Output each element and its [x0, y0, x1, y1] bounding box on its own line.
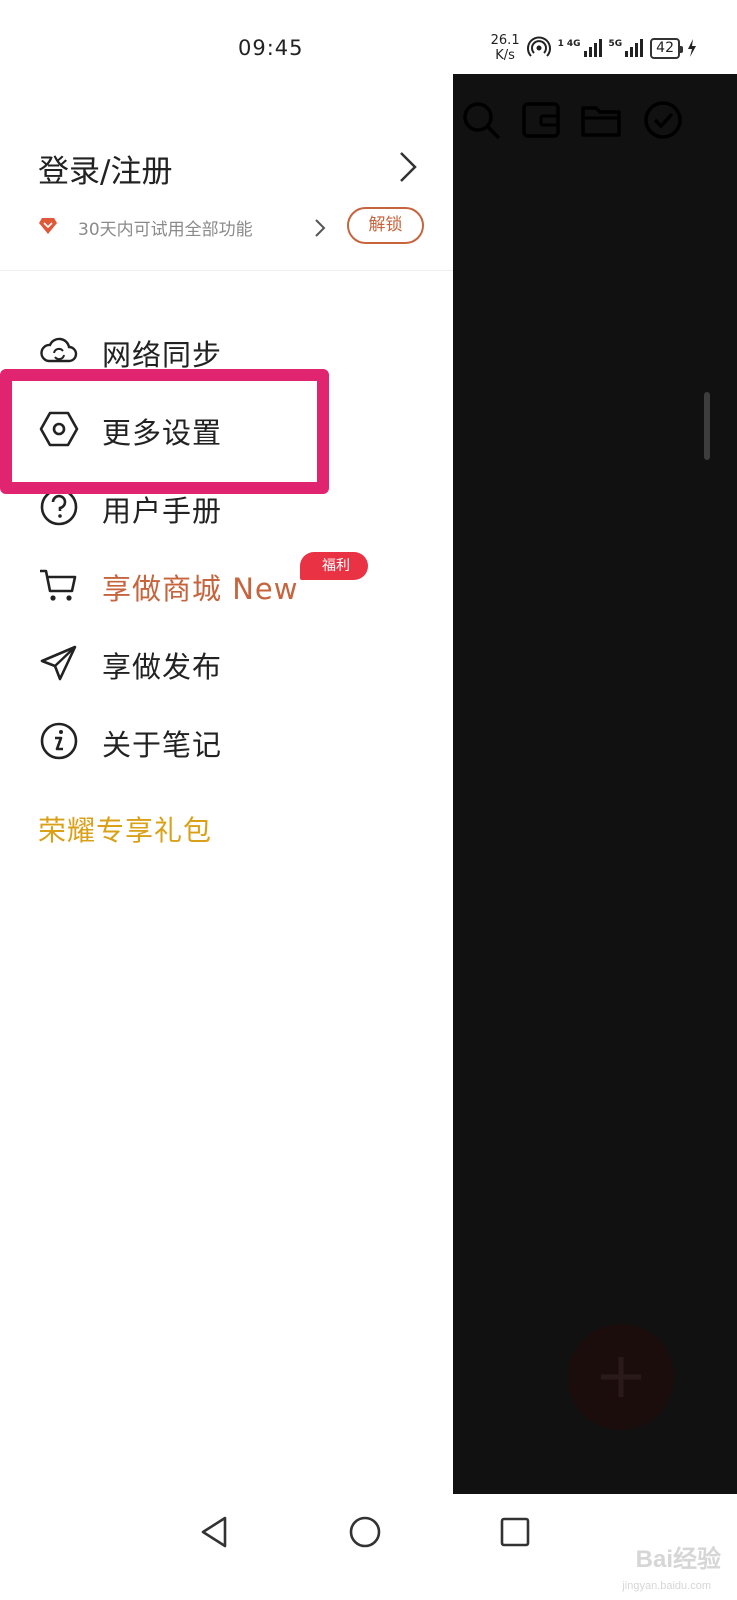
divider	[0, 270, 453, 271]
menu-label: 用户手册	[102, 494, 223, 528]
trial-text: 30天内可试用全部功能	[78, 220, 253, 240]
watermark-url: jingyan.baidu.com	[622, 1580, 711, 1592]
chevron-right-icon	[400, 152, 417, 182]
hotspot-icon	[526, 36, 551, 57]
cart-icon	[40, 569, 77, 601]
info-circle-icon	[40, 722, 78, 760]
status-icons: 26.1 K/s 1 4G 5G 42	[491, 33, 697, 63]
login-title: 登录/注册	[38, 154, 173, 190]
dim-overlay[interactable]	[453, 74, 737, 1494]
cloud-sync-icon	[40, 337, 78, 363]
home-circle-icon[interactable]	[345, 1512, 385, 1552]
check-circle-icon[interactable]	[641, 98, 685, 142]
recents-square-icon[interactable]	[495, 1512, 535, 1552]
watermark: Bai经验	[635, 1546, 721, 1573]
menu-label: 享做商城 New	[102, 572, 299, 606]
search-icon[interactable]	[459, 98, 503, 142]
login-register-row[interactable]: 登录/注册	[38, 146, 418, 190]
menu-item-network-sync[interactable]: 网络同步	[38, 326, 418, 374]
status-time: 09:45	[238, 36, 304, 60]
diamond-icon	[39, 218, 57, 234]
menu-label: 关于笔记	[102, 728, 223, 762]
menu-item-store[interactable]: 享做商城 New 福利	[38, 552, 418, 608]
plus-icon	[601, 1357, 641, 1397]
menu-label: 享做发布	[102, 650, 223, 684]
honor-gift-link[interactable]: 荣耀专享礼包	[38, 809, 212, 849]
network-speed: 26.1 K/s	[490, 33, 520, 63]
scrollbar[interactable]	[704, 392, 710, 460]
trial-chevron-icon[interactable]	[314, 218, 326, 238]
menu-item-publish[interactable]: 享做发布	[38, 638, 418, 686]
signal-sim2: 5G	[609, 39, 644, 57]
highlight-box	[0, 369, 329, 494]
screen: 09:45 26.1 K/s 1 4G 5G 42 登录/注册 30天内可试用全…	[0, 0, 737, 1600]
menu-item-about[interactable]: 关于笔记	[38, 716, 418, 764]
charging-icon	[688, 39, 696, 57]
paper-plane-icon	[40, 645, 77, 681]
back-triangle-icon[interactable]	[195, 1512, 235, 1552]
battery-indicator: 42	[650, 37, 683, 59]
welfare-badge: 福利	[300, 552, 368, 580]
notebook-icon[interactable]	[519, 98, 563, 142]
unlock-button[interactable]: 解锁	[347, 207, 424, 244]
system-nav-bar: Bai经验 jingyan.baidu.com	[0, 1494, 737, 1600]
side-drawer: 登录/注册 30天内可试用全部功能 解锁 网络同步 更多设置 用户手册 享做商城…	[0, 74, 453, 1494]
status-bar: 09:45 26.1 K/s 1 4G 5G 42	[0, 0, 737, 74]
signal-sim1: 1 4G	[558, 39, 602, 57]
trial-row: 30天内可试用全部功能 解锁	[38, 206, 428, 246]
add-note-button[interactable]	[568, 1324, 674, 1430]
folder-icon[interactable]	[579, 98, 623, 142]
menu-label: 网络同步	[102, 338, 223, 372]
